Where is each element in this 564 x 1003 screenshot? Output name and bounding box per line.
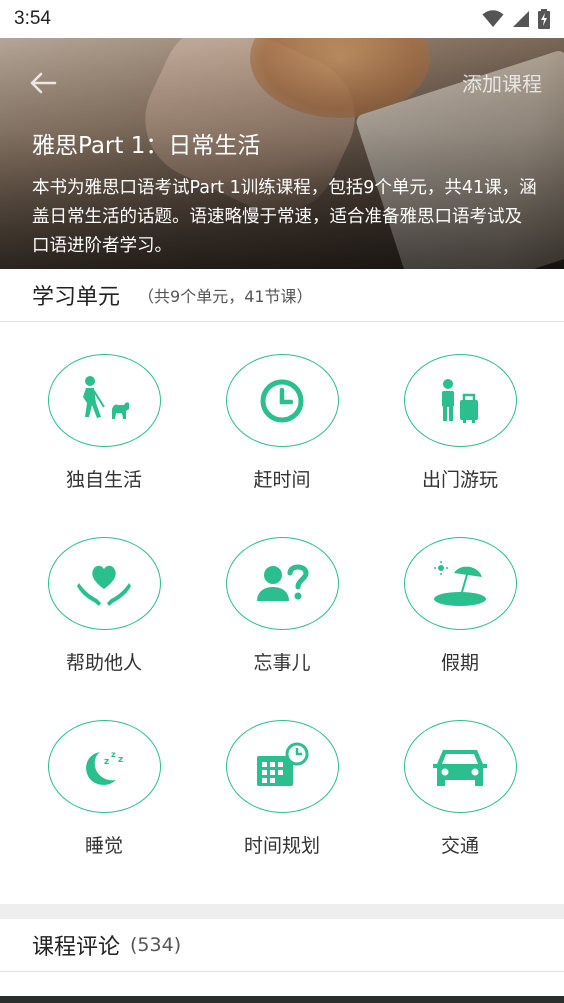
course-description: 本书为雅思口语考试Part 1训练课程，包括9个单元，共41课，涵盖日常生活的话… bbox=[32, 178, 537, 256]
unit-item[interactable]: 时间规划 bbox=[207, 688, 357, 858]
svg-text:z: z bbox=[111, 750, 116, 759]
unit-item[interactable]: 假期 bbox=[385, 505, 535, 675]
reviews-section-header[interactable]: 课程评论 (534) bbox=[0, 919, 564, 972]
svg-text:z: z bbox=[118, 755, 123, 765]
status-time: 3:54 bbox=[14, 8, 51, 29]
unit-item[interactable]: 忘事儿 bbox=[207, 505, 357, 675]
section-divider bbox=[0, 904, 564, 919]
battery-charging-icon bbox=[538, 9, 550, 29]
car-icon bbox=[433, 749, 487, 786]
course-header: 添加课程 雅思Part 1：日常生活 本书为雅思口语考试Part 1训练课程，包… bbox=[0, 38, 564, 269]
unit-item[interactable]: 出门游玩 bbox=[385, 322, 535, 492]
course-title: 雅思Part 1：日常生活 bbox=[32, 133, 261, 159]
add-course-button[interactable]: 添加课程 bbox=[462, 68, 542, 97]
unit-label: 睡觉 bbox=[84, 835, 123, 857]
cell-signal-icon bbox=[513, 11, 529, 27]
unit-item[interactable]: 赶时间 bbox=[207, 322, 357, 492]
units-section-header: 学习单元 （共9个单元，41节课） bbox=[0, 269, 564, 322]
unit-label: 独自生活 bbox=[65, 469, 142, 491]
heart-hands-icon bbox=[77, 565, 131, 606]
units-section-title: 学习单元 bbox=[32, 285, 121, 310]
unit-icon-circle bbox=[47, 537, 161, 630]
units-grid: 独自生活 赶时间 出门游玩 帮助他人 忘事儿 假期 z z z 睡觉 时间规划 … bbox=[0, 322, 564, 904]
unit-label: 帮助他人 bbox=[65, 652, 142, 674]
unit-label: 假期 bbox=[440, 652, 479, 674]
unit-icon-circle: z z z bbox=[47, 720, 161, 813]
reviews-count: (534) bbox=[130, 934, 182, 956]
unit-item[interactable]: 独自生活 bbox=[29, 322, 179, 492]
beach-umbrella-icon bbox=[434, 560, 486, 606]
wifi-icon bbox=[482, 10, 504, 27]
walking-dog-icon bbox=[83, 375, 129, 419]
unit-item[interactable]: z z z 睡觉 bbox=[29, 688, 179, 858]
unit-icon-circle bbox=[225, 537, 339, 630]
unit-label: 时间规划 bbox=[243, 835, 320, 857]
arrow-left-icon bbox=[30, 72, 57, 94]
unit-icon-circle bbox=[225, 720, 339, 813]
unit-icon-circle bbox=[225, 354, 339, 447]
unit-icon-circle bbox=[403, 537, 517, 630]
back-button[interactable] bbox=[26, 66, 60, 100]
unit-icon-circle bbox=[47, 354, 161, 447]
person-question-icon bbox=[257, 564, 309, 601]
units-section-subtitle: （共9个单元，41节课） bbox=[138, 287, 313, 306]
unit-item[interactable]: 交通 bbox=[385, 688, 535, 858]
unit-label: 交通 bbox=[440, 835, 479, 857]
reviews-title: 课程评论 bbox=[32, 935, 121, 960]
clock-icon bbox=[260, 379, 304, 422]
calendar-clock-icon bbox=[257, 742, 309, 786]
bottom-bar bbox=[0, 996, 564, 1003]
unit-label: 赶时间 bbox=[253, 469, 311, 491]
svg-text:z: z bbox=[104, 757, 109, 767]
status-icons bbox=[482, 9, 550, 29]
unit-label: 忘事儿 bbox=[253, 652, 311, 674]
moon-sleep-icon: z z z bbox=[86, 750, 123, 785]
unit-label: 出门游玩 bbox=[421, 469, 498, 491]
traveler-luggage-icon bbox=[442, 378, 478, 423]
status-bar: 3:54 bbox=[0, 0, 564, 38]
unit-item[interactable]: 帮助他人 bbox=[29, 505, 179, 675]
unit-icon-circle bbox=[403, 354, 517, 447]
unit-icon-circle bbox=[403, 720, 517, 813]
